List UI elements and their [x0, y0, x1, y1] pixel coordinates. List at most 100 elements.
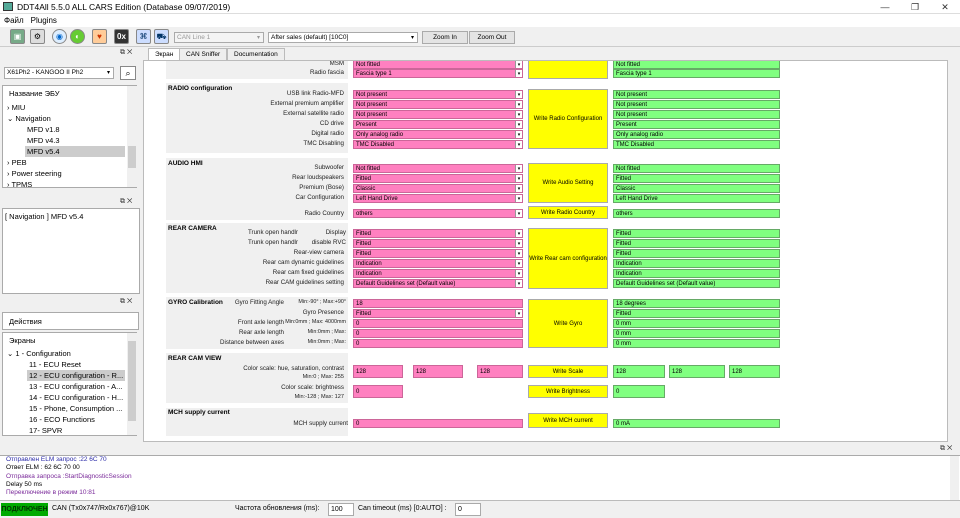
- config-select[interactable]: Fitted ▾: [353, 239, 523, 248]
- write-scale-button[interactable]: Write Scale: [528, 365, 608, 378]
- section-title-rear-cam-view: REAR CAM VIEW: [168, 355, 222, 362]
- screen-item[interactable]: 15 - Phone, Consumption ...: [29, 403, 125, 414]
- write-radio-config-button[interactable]: Write Radio Configuration: [528, 89, 608, 149]
- config-select[interactable]: Fitted ▾: [353, 174, 523, 183]
- panel-dock-icons[interactable]: ⧉ ✕: [940, 445, 957, 455]
- tree-item-navigation[interactable]: ⌄ Navigation: [7, 113, 51, 124]
- screens-scrollbar[interactable]: [127, 333, 137, 435]
- config-select[interactable]: Fitted ▾: [353, 249, 523, 258]
- config-select[interactable]: Not present ▾: [353, 100, 523, 109]
- config-select[interactable]: TMC Disabled ▾: [353, 140, 523, 149]
- contrast-input[interactable]: 128: [477, 365, 523, 378]
- tab-can-sniffer[interactable]: CAN Sniffer: [179, 48, 228, 60]
- scrollbar-thumb[interactable]: [128, 341, 136, 421]
- timeout-input[interactable]: 0: [455, 503, 481, 516]
- actions-panel[interactable]: Действия: [2, 312, 139, 330]
- config-select[interactable]: Indication ▾: [353, 269, 523, 278]
- config-select[interactable]: Indication ▾: [353, 259, 523, 268]
- result-value: 0 mm: [613, 339, 780, 348]
- tree-item-mfd43[interactable]: MFD v4.3: [27, 135, 60, 146]
- radio-fascia-select[interactable]: Fascia type 1 ▾: [353, 69, 523, 78]
- select-value: Indication: [356, 271, 382, 277]
- brightness-input[interactable]: 0: [353, 385, 403, 398]
- config-select[interactable]: Default Guidelines set (Default value) ▾: [353, 279, 523, 288]
- tab-documentation[interactable]: Documentation: [227, 48, 285, 60]
- config-select[interactable]: Classic ▾: [353, 184, 523, 193]
- config-select[interactable]: Fitted ▾: [353, 229, 523, 238]
- row-label: Rear axle length: [238, 329, 284, 336]
- screen-item[interactable]: 14 - ECU configuration - H...: [29, 392, 125, 403]
- can-line-select[interactable]: CAN Line 1 ▾: [174, 32, 264, 43]
- gyro-input[interactable]: 18: [353, 299, 523, 308]
- select-value: Classic: [356, 186, 376, 192]
- gyro-input[interactable]: 0: [353, 319, 523, 328]
- config-select[interactable]: Not present ▾: [353, 110, 523, 119]
- scrollbar-thumb[interactable]: [128, 146, 136, 168]
- heart-icon[interactable]: ♥: [92, 29, 107, 44]
- config-select[interactable]: Left Hand Drive ▾: [353, 194, 523, 203]
- close-button[interactable]: ✕: [930, 0, 960, 14]
- saturation-input[interactable]: 128: [413, 365, 463, 378]
- tree-label: PEB: [11, 158, 27, 167]
- session-select[interactable]: After sales (default) [10C0] ▾: [268, 32, 418, 43]
- minimize-button[interactable]: —: [870, 0, 900, 14]
- 0x-icon[interactable]: 0x: [114, 29, 129, 44]
- mch-current-input[interactable]: 0: [353, 419, 523, 428]
- gyro-select[interactable]: Fitted ▾: [353, 309, 523, 318]
- refresh-rate-input[interactable]: 100: [328, 503, 354, 516]
- vehicle-select[interactable]: X61Ph2 - KANGOO II Ph2 ▾: [4, 67, 114, 79]
- write-mch-button[interactable]: Write MCH current: [528, 413, 608, 428]
- session-value: After sales (default) [10C0]: [271, 34, 349, 41]
- screen-group-configuration[interactable]: ⌄ 1 - Configuration: [7, 348, 71, 359]
- write-gyro-button[interactable]: Write Gyro: [528, 299, 608, 348]
- screen-item[interactable]: 16 - ECO Functions: [29, 414, 95, 425]
- tree-item-tpms[interactable]: › TPMS: [7, 179, 32, 188]
- scan-icon[interactable]: ⚙: [30, 29, 45, 44]
- gyro-input[interactable]: 0: [353, 329, 523, 338]
- select-value: Not present: [356, 112, 388, 118]
- hue-input[interactable]: 128: [353, 365, 403, 378]
- tree-scrollbar[interactable]: [127, 86, 137, 187]
- result-value: Indication: [613, 269, 780, 278]
- config-select[interactable]: Only analog radio ▾: [353, 130, 523, 139]
- write-audio-button[interactable]: Write Audio Setting: [528, 163, 608, 203]
- connect-icon[interactable]: ◉: [52, 29, 67, 44]
- tree-item-mfd54[interactable]: MFD v5.4: [25, 146, 125, 157]
- screen-item[interactable]: 11 - ECU Reset: [29, 359, 81, 370]
- log-scrollbar[interactable]: [950, 456, 959, 500]
- tree-item-miu[interactable]: › MIU: [7, 102, 25, 113]
- tab-screen[interactable]: Экран: [148, 48, 181, 60]
- maximize-button[interactable]: ❐: [900, 0, 930, 14]
- can-info: CAN (Tx0x747/Rx0x767)@10K: [52, 505, 150, 512]
- tree-item-mfd18[interactable]: MFD v1.8: [27, 124, 60, 135]
- write-top-button[interactable]: [528, 61, 608, 79]
- gyro-input[interactable]: 0: [353, 339, 523, 348]
- zoom-in-button[interactable]: Zoom In: [422, 31, 468, 44]
- search-icon[interactable]: ⌕: [120, 66, 136, 80]
- config-select[interactable]: Present ▾: [353, 120, 523, 129]
- log-line: Delay 50 ms: [6, 480, 43, 488]
- chevron-down-icon: ▾: [515, 131, 522, 138]
- result-value: others: [613, 209, 780, 218]
- write-rear-cam-button[interactable]: Write Rear cam configuration: [528, 228, 608, 289]
- radio-country-select[interactable]: others ▾: [353, 209, 523, 218]
- range-label: Min:0 ; Max: 255: [302, 374, 344, 380]
- write-radio-country-button[interactable]: Write Radio Country: [528, 206, 608, 219]
- zoom-out-button[interactable]: Zoom Out: [469, 31, 515, 44]
- screen-item[interactable]: 17- SPVR: [29, 425, 62, 435]
- msm-select[interactable]: Not fitted ▾: [353, 61, 523, 69]
- write-brightness-button[interactable]: Write Brightness: [528, 385, 608, 398]
- tree-item-power-steering[interactable]: › Power steering: [7, 168, 62, 179]
- network-icon[interactable]: ⌘: [136, 29, 151, 44]
- menu-file[interactable]: Файл: [0, 14, 27, 25]
- menu-plugins[interactable]: Plugins: [27, 14, 60, 25]
- green-circle-icon[interactable]: ◐: [70, 29, 85, 44]
- range-label: Min:-90° ; Max:+90°: [298, 299, 346, 305]
- config-select[interactable]: Not present ▾: [353, 90, 523, 99]
- tree-item-peb[interactable]: › PEB: [7, 157, 27, 168]
- car-icon[interactable]: ⛟: [154, 29, 169, 44]
- config-select[interactable]: Not fitted ▾: [353, 164, 523, 173]
- screen-item-selected[interactable]: 12 - ECU configuration - R...: [27, 370, 125, 381]
- screen-item[interactable]: 13 - ECU configuration - A...: [29, 381, 125, 392]
- ecu-icon[interactable]: ▣: [10, 29, 25, 44]
